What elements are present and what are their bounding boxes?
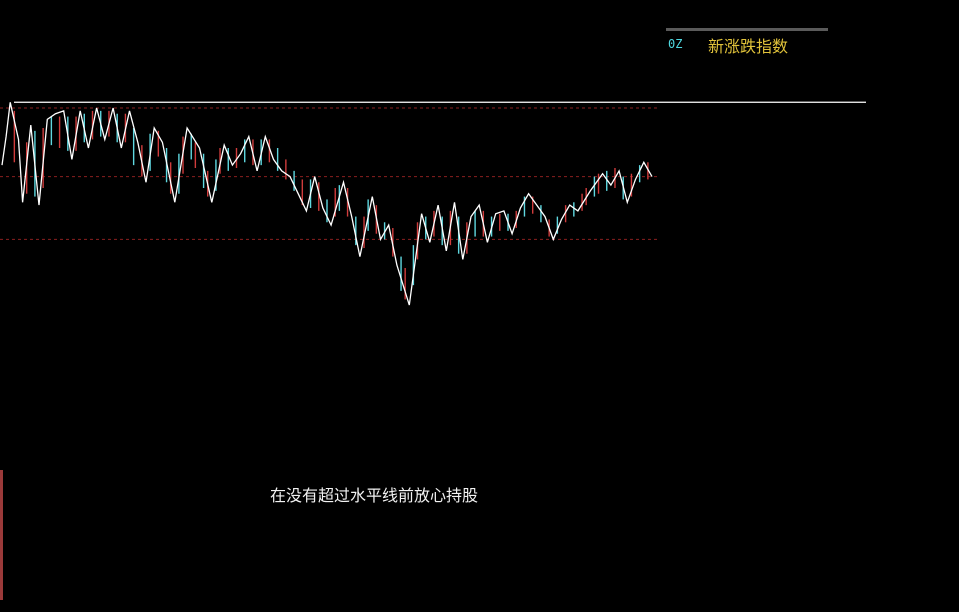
chart-annotation: 在没有超过水平线前放心持股: [270, 486, 479, 505]
legend-title: 新涨跌指数: [708, 37, 789, 56]
chart-legend: 0Z 新涨跌指数: [666, 28, 828, 57]
price-bars: [13, 110, 649, 300]
legend-code: 0Z: [668, 37, 683, 51]
zigzag-chart: [0, 101, 866, 306]
left-edge-marker: [0, 470, 3, 600]
